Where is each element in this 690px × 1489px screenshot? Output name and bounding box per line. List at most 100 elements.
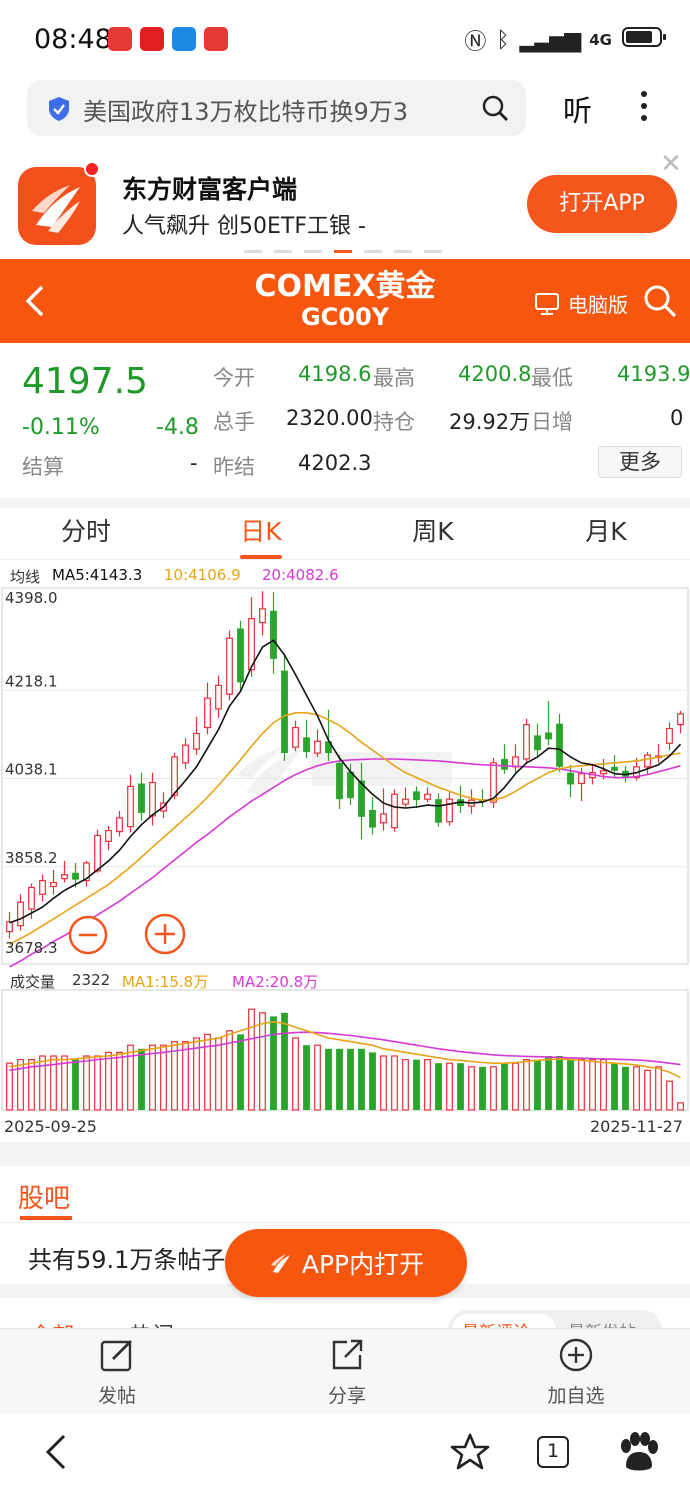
kline-chart[interactable]: 均线 MA5:4143.3 10:4106.9 20:4082.6 成交量 23… (0, 562, 690, 1142)
post-button[interactable]: 发帖 (62, 1337, 172, 1408)
close-icon[interactable]: ✕ (660, 149, 682, 179)
divider (0, 1222, 690, 1223)
high-value: 4200.8 (458, 362, 532, 386)
tab-all[interactable]: 全部 (30, 1318, 74, 1328)
ma20-line (9, 758, 681, 968)
x-end-label: 2025-11-27 (590, 1117, 683, 1136)
volume-bar (127, 1044, 134, 1111)
tab-monthly-k[interactable]: 月K (520, 512, 690, 548)
volume-bar (369, 1052, 376, 1110)
notification-app-icon (140, 27, 164, 51)
share-button[interactable]: 分享 (292, 1337, 402, 1408)
desktop-version-button[interactable]: 电脑版 (534, 289, 628, 318)
open-in-app-button[interactable]: APP内打开 (225, 1229, 467, 1297)
tab-weekly-k[interactable]: 周K (347, 512, 519, 548)
open-app-button[interactable]: 打开APP (527, 175, 677, 233)
volume-bar (336, 1048, 343, 1110)
candle-body (435, 799, 442, 823)
open-value: 4198.6 (298, 362, 372, 386)
volume-bar (457, 1063, 464, 1110)
sort-toggle[interactable]: 最新评论 最新发帖 (448, 1310, 662, 1328)
candle-body (138, 783, 145, 813)
share-icon (332, 1339, 363, 1370)
candle-body (556, 723, 563, 767)
share-label: 分享 (327, 1385, 366, 1407)
volume-bar (237, 1034, 244, 1110)
search-icon[interactable] (642, 283, 678, 319)
sort-latest-post[interactable]: 最新发帖 (568, 1318, 636, 1328)
prev-settle-value: 4202.3 (298, 451, 372, 475)
candle-body (6, 921, 13, 933)
volume-bar (600, 1059, 607, 1111)
y-tick-label: 4398.0 (5, 589, 58, 607)
candle-body (666, 727, 673, 744)
tab-daily-k[interactable]: 日K (175, 512, 347, 548)
paw-icon[interactable] (616, 1430, 660, 1474)
star-icon[interactable] (450, 1432, 490, 1472)
quote-panel: 4197.5 -0.11% -4.8 结算 - 今开 4198.6 最高 420… (0, 343, 690, 498)
volume-bar (17, 1059, 24, 1111)
volume-bar (248, 1008, 255, 1111)
tabs-button[interactable]: 1 (537, 1436, 569, 1468)
candle-body (28, 886, 35, 910)
more-menu-icon[interactable] (636, 88, 652, 124)
daily-add-value: 0 (670, 406, 684, 430)
volume-bar (380, 1055, 387, 1111)
app-promo-banner[interactable]: 东方财富客户端 人气飙升 创50ETF工银 - 打开APP ✕ (0, 145, 690, 260)
volume-bar (512, 1062, 519, 1111)
high-label: 最高 (373, 366, 415, 390)
candle-body (127, 785, 134, 828)
bottom-toolbar: 发帖 分享 加自选 (0, 1328, 690, 1414)
section-divider (0, 498, 690, 508)
volume-bar (314, 1044, 321, 1111)
volume-bar (391, 1055, 398, 1111)
tab-intraday[interactable]: 分时 (0, 512, 172, 548)
volume-bar (534, 1059, 541, 1110)
candle-body (424, 793, 431, 800)
volume-bar (105, 1051, 112, 1111)
settle-value: - (190, 451, 198, 475)
back-icon[interactable] (40, 1432, 70, 1472)
volume-value: 2320.00 (286, 406, 373, 430)
status-time: 08:48 (34, 24, 112, 55)
daily-add-label: 日增 (531, 410, 573, 434)
volume-bar (325, 1048, 332, 1110)
candle-body (61, 874, 68, 880)
candle-body (237, 628, 244, 683)
browser-nav-bar: 1 (0, 1414, 690, 1489)
volume-bar (468, 1066, 475, 1111)
more-button[interactable]: 更多 (598, 446, 682, 478)
volume-bar (655, 1066, 662, 1111)
active-tab-indicator (20, 1216, 72, 1220)
page-header: COMEX黄金 GC00Y 电脑版 (0, 259, 690, 343)
open-in-app-label: APP内打开 (301, 1250, 425, 1279)
battery-icon (622, 25, 668, 55)
y-tick-label: 3678.3 (5, 939, 58, 957)
posts-count: 共有59.1万条帖子 (28, 1246, 226, 1274)
post-label: 发帖 (97, 1385, 136, 1407)
volume-bar (501, 1063, 508, 1110)
search-bar[interactable]: 美国政府13万枚比特币换9万3 (27, 80, 526, 136)
zoom-out-icon[interactable] (67, 914, 109, 956)
tab-hot[interactable]: 热门 (130, 1318, 174, 1328)
candle-body (446, 798, 453, 823)
volume-bar (303, 1045, 310, 1110)
add-watchlist-button[interactable]: 加自选 (521, 1337, 631, 1408)
volume-bar (413, 1059, 420, 1110)
volume-bar (589, 1059, 596, 1111)
eastmoney-logo (18, 167, 96, 245)
volume-bar (160, 1044, 167, 1111)
stock-forum-title[interactable]: 股吧 (18, 1178, 70, 1215)
candle-body (567, 772, 574, 785)
candle-body (105, 829, 112, 842)
volume-bar (292, 1037, 299, 1111)
candle-body (314, 740, 321, 754)
search-input[interactable]: 美国政府13万枚比特币换9万3 (83, 92, 408, 127)
candle-body (116, 817, 123, 833)
candle-body (215, 684, 222, 710)
listen-button[interactable]: 听 (563, 88, 592, 130)
candle-body (369, 809, 376, 828)
search-icon[interactable] (481, 94, 509, 122)
zoom-in-icon[interactable] (143, 912, 187, 956)
sort-latest-comment[interactable]: 最新评论 (462, 1318, 530, 1328)
